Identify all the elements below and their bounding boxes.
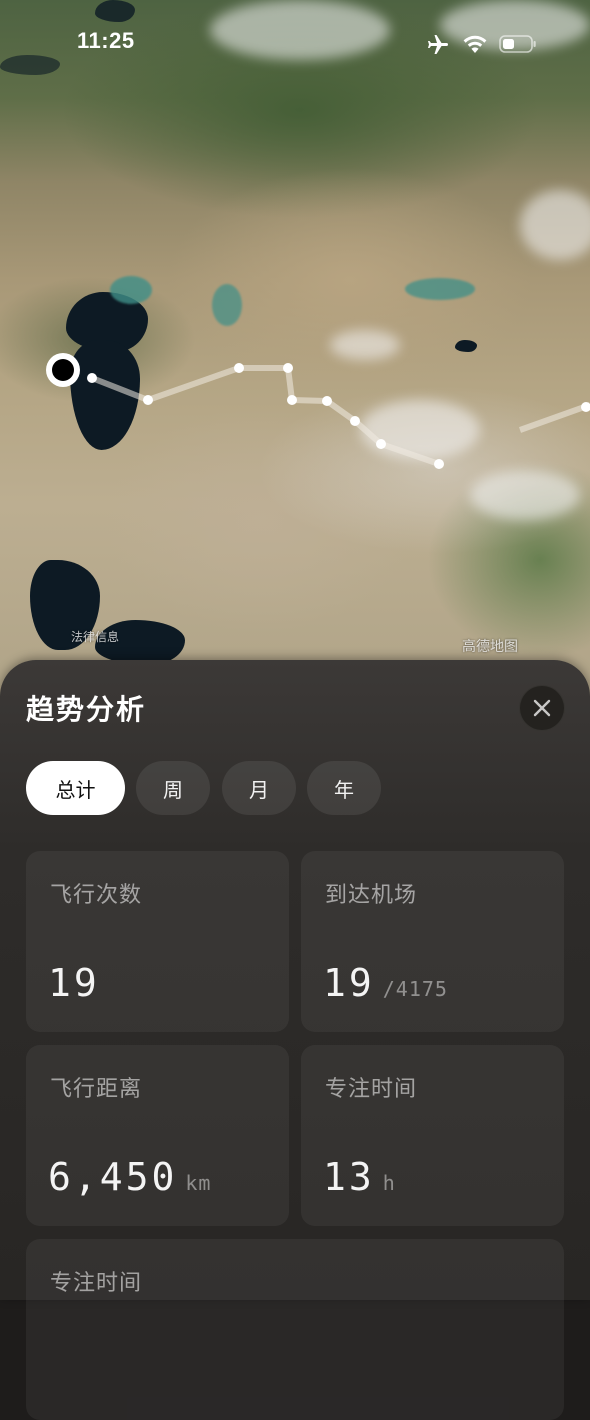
stat-label: 专注时间 bbox=[50, 1271, 143, 1296]
stat-card-focus-time-chart: 专注时间 bbox=[26, 1239, 564, 1420]
close-icon bbox=[533, 699, 551, 717]
stat-unit: h bbox=[382, 1171, 396, 1195]
map-provider-label: 高德地图 bbox=[462, 639, 518, 655]
stat-card-flight-count: 飞行次数 19 bbox=[26, 851, 289, 1032]
trend-analysis-sheet: 趋势分析 总计 周 月 年 飞行次数 19 到达机场 19/4175 飞行距离 … bbox=[0, 660, 590, 1420]
stat-card-airports: 到达机场 19/4175 bbox=[301, 851, 564, 1032]
tab-week[interactable]: 周 bbox=[136, 761, 210, 815]
route-waypoint bbox=[143, 395, 153, 405]
tab-month[interactable]: 月 bbox=[222, 761, 296, 815]
route-waypoint bbox=[434, 459, 444, 469]
status-time: 11:25 bbox=[77, 28, 135, 53]
tab-year[interactable]: 年 bbox=[307, 761, 381, 815]
stat-unit: /4175 bbox=[382, 977, 448, 1001]
airplane-icon bbox=[428, 35, 448, 54]
stat-card-focus-time: 专注时间 13 h bbox=[301, 1045, 564, 1226]
map-view[interactable]: 法律信息 高德地图 bbox=[0, 0, 590, 700]
sheet-title: 趋势分析 bbox=[26, 693, 147, 726]
status-bar: 11:25 bbox=[0, 0, 590, 90]
route-waypoint bbox=[376, 439, 386, 449]
stat-value: 19/4175 bbox=[323, 961, 448, 1005]
stat-label: 飞行次数 bbox=[50, 883, 143, 908]
stat-value: 13 h bbox=[323, 1155, 396, 1199]
route-waypoint bbox=[322, 396, 332, 406]
stat-value: 6,450 km bbox=[48, 1155, 212, 1199]
stat-value: 19 bbox=[48, 961, 100, 1005]
route-waypoint bbox=[87, 373, 97, 383]
tab-total[interactable]: 总计 bbox=[26, 761, 125, 815]
legal-info-link[interactable]: 法律信息 bbox=[71, 628, 119, 645]
route-waypoint bbox=[287, 395, 297, 405]
route-waypoint bbox=[283, 363, 293, 373]
stat-card-distance: 飞行距离 6,450 km bbox=[26, 1045, 289, 1226]
route-waypoint bbox=[350, 416, 360, 426]
stat-label: 专注时间 bbox=[325, 1077, 418, 1102]
route-waypoint bbox=[234, 363, 244, 373]
stat-unit: km bbox=[185, 1171, 212, 1195]
stat-label: 飞行距离 bbox=[50, 1077, 143, 1102]
battery-icon bbox=[499, 35, 536, 53]
flight-route bbox=[46, 353, 590, 469]
close-button[interactable] bbox=[519, 685, 565, 731]
stat-label: 到达机场 bbox=[325, 883, 418, 908]
wifi-icon bbox=[463, 35, 487, 53]
